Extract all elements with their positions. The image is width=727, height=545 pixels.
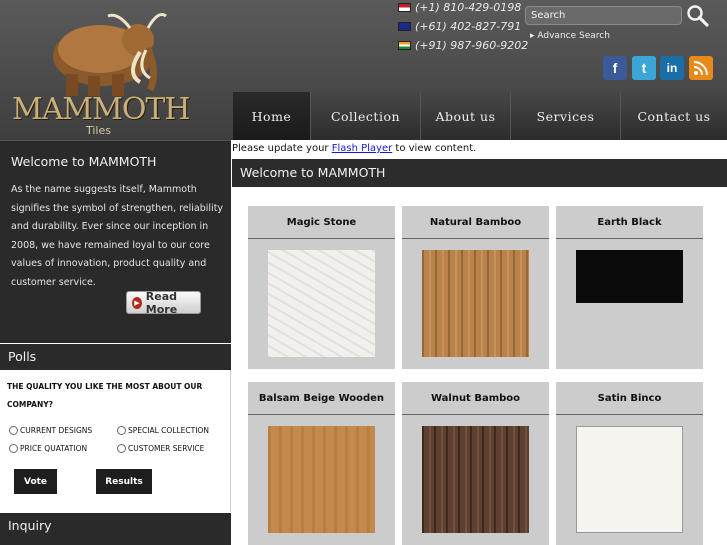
flash-player-link[interactable]: Flash Player [332,143,393,154]
results-button[interactable]: Results [96,469,152,494]
polls-body: THE QUALITY YOU LIKE THE MOST ABOUT OUR … [0,370,231,512]
flash-text-before: Please update your [232,143,332,154]
phone-us: (+1) 810-429-0198 [398,1,521,14]
tile-swatch-magic-stone[interactable] [268,250,375,357]
inquiry-title: Inquiry [8,518,52,533]
product-card[interactable]: Walnut Bamboo [402,382,549,545]
product-name: Balsam Beige Wooden [248,382,395,415]
product-card[interactable]: Balsam Beige Wooden [248,382,395,545]
product-card[interactable]: Earth Black [556,206,703,369]
poll-question: THE QUALITY YOU LIKE THE MOST ABOUT OUR … [7,382,203,409]
product-name: Walnut Bamboo [402,382,549,415]
polls-title: Polls [8,349,37,364]
nav-services[interactable]: Services [511,92,621,140]
in-flag-icon [398,41,411,50]
poll-option-label: CURRENT DESIGNS [20,426,93,435]
read-more-button[interactable]: ▶ Read More [126,289,201,316]
main-nav: Home Collection About us Services Contac… [233,92,727,140]
welcome-panel: Welcome to MAMMOTH As the name suggests … [0,140,231,343]
radio-button[interactable] [117,426,126,435]
brand-name: MAMMOTH [12,92,191,127]
welcome-title: Welcome to MAMMOTH [11,154,157,169]
polls-header: Polls [0,344,231,370]
flash-text-after: to view content. [392,143,477,154]
phone-number: (+61) 402-827-791 [415,20,522,33]
main-title: Welcome to MAMMOTH [240,165,386,180]
nav-home[interactable]: Home [233,92,311,140]
mammoth-emblem-icon [53,13,167,96]
product-card[interactable]: Satin Binco [556,382,703,545]
product-name: Magic Stone [248,206,395,239]
phone-number: (+1) 810-429-0198 [415,1,522,14]
read-more-label: Read More [145,289,178,316]
tile-swatch-balsam-beige-wooden[interactable] [268,426,375,533]
radio-button[interactable] [9,426,18,435]
product-name: Earth Black [556,206,703,239]
facebook-icon[interactable]: f [603,56,627,80]
nav-about-us[interactable]: About us [421,92,511,140]
poll-option[interactable]: SPECIAL COLLECTION [117,426,209,435]
advance-search-link[interactable]: ▸ Advance Search [530,31,610,41]
search-button[interactable] [685,4,711,28]
poll-option-label: CUSTOMER SERVICE [128,444,205,453]
poll-option-label: PRICE QUATATION [20,444,88,453]
phone-in: (+91) 987-960-9202 [398,39,528,52]
nav-contact-us[interactable]: Contact us [621,92,727,140]
phone-number: (+91) 987-960-9202 [415,39,529,52]
rss-glyph [693,61,708,76]
product-card[interactable]: Natural Bamboo [402,206,549,369]
tile-swatch-walnut-bamboo[interactable] [422,426,529,533]
brand-subtitle: Tiles [86,124,111,137]
au-flag-icon [398,22,411,31]
radio-button[interactable] [117,444,126,453]
phone-au: (+61) 402-827-791 [398,20,521,33]
main-header: Welcome to MAMMOTH [232,159,727,187]
flash-notice: Please update your Flash Player to view … [232,143,476,154]
product-name: Natural Bamboo [402,206,549,239]
advance-search-label: Advance Search [537,31,610,41]
poll-option[interactable]: PRICE QUATATION [9,444,87,453]
welcome-text: As the name suggests itself, Mammoth sig… [11,184,224,288]
twitter-icon[interactable]: t [632,56,656,80]
radio-button[interactable] [9,444,18,453]
tile-swatch-earth-black[interactable] [576,250,683,303]
linkedin-icon[interactable]: in [660,56,684,80]
us-flag-icon [398,3,411,12]
vote-button[interactable]: Vote [14,469,57,494]
tile-swatch-satin-binco[interactable] [576,426,683,533]
page: MAMMOTH Tiles (+1) 810-429-0198 (+61) 40… [0,0,727,545]
arrow-right-icon: ▶ [132,296,142,309]
product-card[interactable]: Magic Stone [248,206,395,369]
poll-option-label: SPECIAL COLLECTION [128,426,209,435]
rss-icon[interactable] [689,56,713,80]
tile-swatch-natural-bamboo[interactable] [422,250,529,357]
poll-option[interactable]: CUSTOMER SERVICE [117,444,204,453]
inquiry-header: Inquiry [0,513,231,545]
product-name: Satin Binco [556,382,703,415]
nav-collection[interactable]: Collection [311,92,421,140]
search-input[interactable] [525,6,682,25]
search-icon [687,5,709,27]
poll-option[interactable]: CURRENT DESIGNS [9,426,92,435]
